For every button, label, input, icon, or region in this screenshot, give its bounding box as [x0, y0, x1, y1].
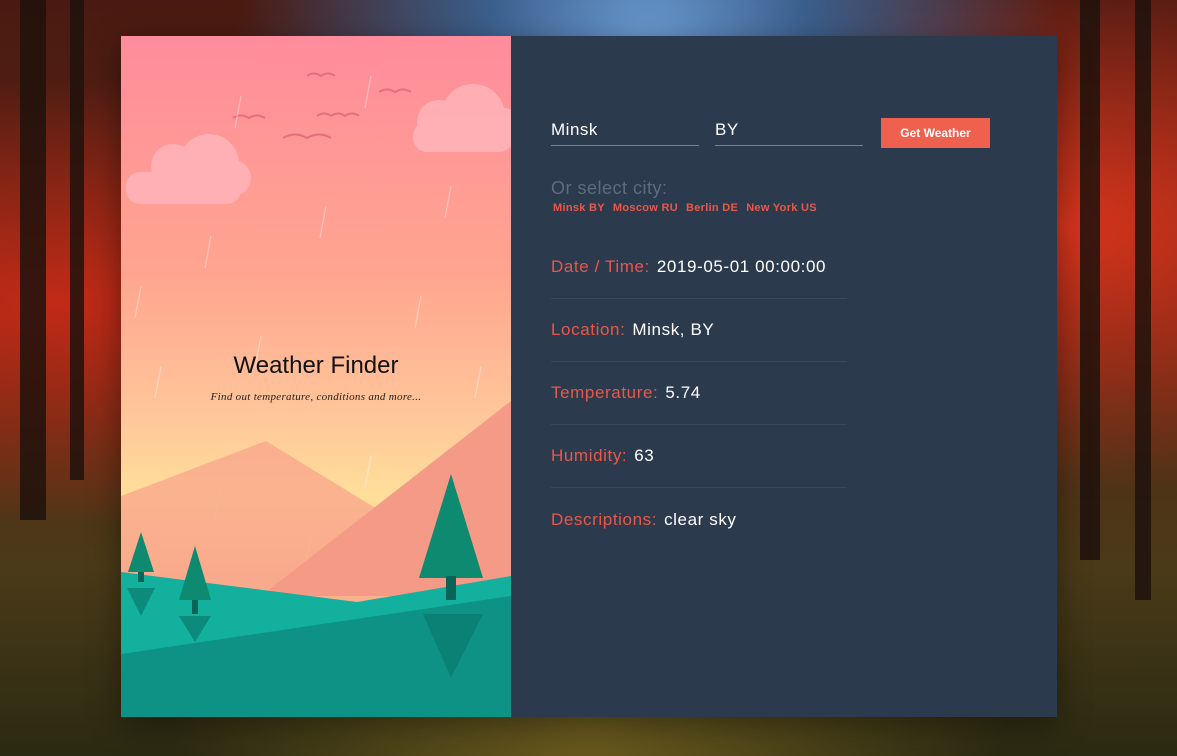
temperature-value: 5.74 [665, 383, 701, 402]
datetime-label: Date / Time: [551, 257, 650, 276]
cloud-right-icon [413, 84, 511, 152]
city-link-moscow[interactable]: Moscow RU [613, 202, 678, 214]
select-city-title: Or select city: [551, 178, 668, 198]
description-label: Descriptions: [551, 509, 658, 529]
city-input[interactable] [551, 118, 699, 146]
hero-panel: Weather Finder Find out temperature, con… [121, 36, 511, 717]
weather-info-list: Date / Time: 2019-05-01 00:00:00 Locatio… [551, 236, 847, 551]
get-weather-button[interactable]: Get Weather [881, 118, 990, 148]
city-link-berlin[interactable]: Berlin DE [686, 202, 738, 214]
app-title: Weather Finder [233, 352, 399, 379]
location-value: Minsk, BY [632, 320, 715, 339]
datetime-value: 2019-05-01 00:00:00 [656, 257, 827, 276]
country-input[interactable] [715, 118, 863, 146]
humidity-label: Humidity: [551, 446, 628, 465]
weather-search-form: Get Weather [551, 116, 990, 148]
description-row: Descriptions: clear sky [551, 488, 847, 551]
birds-icon [232, 72, 412, 140]
cloud-left-icon [126, 134, 251, 204]
app-subtitle: Find out temperature, conditions and mor… [210, 391, 422, 403]
weather-card: Weather Finder Find out temperature, con… [121, 36, 1057, 717]
location-row: Location: Minsk, BY [551, 299, 847, 362]
weather-panel: Get Weather Or select city: Minsk BY Mos… [511, 36, 1057, 717]
location-label: Location: [551, 320, 626, 339]
city-shortcuts: Minsk BY Moscow RU Berlin DE New York US [553, 202, 817, 214]
temperature-label: Temperature: [551, 383, 659, 402]
description-value: clear sky [664, 509, 737, 529]
humidity-value: 63 [634, 446, 655, 465]
temperature-row: Temperature: 5.74 [551, 362, 847, 425]
datetime-row: Date / Time: 2019-05-01 00:00:00 [551, 236, 847, 299]
city-link-new-york[interactable]: New York US [746, 202, 817, 214]
humidity-row: Humidity: 63 [551, 425, 847, 488]
city-link-minsk[interactable]: Minsk BY [553, 202, 605, 214]
